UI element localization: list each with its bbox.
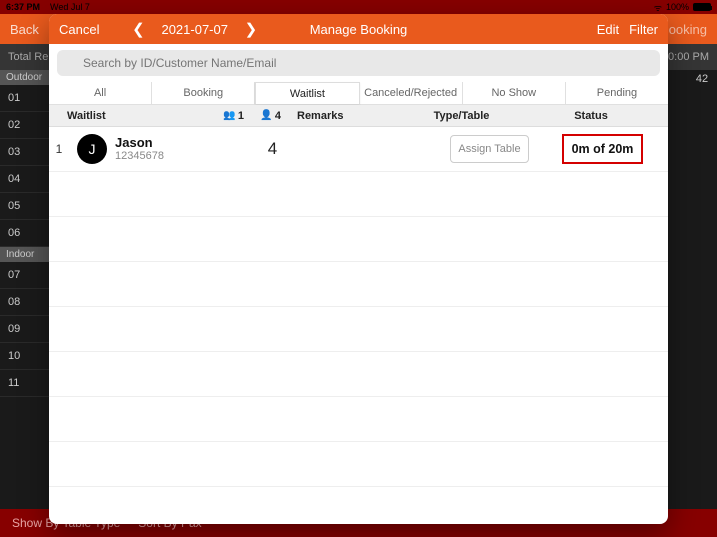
back-button[interactable]: Back <box>10 22 39 37</box>
list-item <box>49 352 668 397</box>
table-row[interactable]: 01 <box>0 85 50 112</box>
time-slot-partial: 0:00 PM <box>668 51 709 63</box>
list-item <box>49 397 668 442</box>
waitlist-row[interactable]: 1 J Jason 12345678 4 Assign Table 0m of … <box>49 127 668 172</box>
list-item <box>49 172 668 217</box>
section-outdoor-label: Outdoor <box>0 70 50 85</box>
list-item <box>49 442 668 487</box>
column-status: Status <box>514 110 668 122</box>
list-item <box>49 307 668 352</box>
total-label-partial: Total Re <box>8 51 48 63</box>
list-item <box>49 262 668 307</box>
modal-title: Manage Booking <box>310 22 408 37</box>
avatar: J <box>77 134 107 164</box>
search-input[interactable] <box>57 50 660 76</box>
next-date-icon[interactable]: ❯ <box>242 20 260 38</box>
battery-percent: 100% <box>666 2 689 12</box>
prev-date-icon[interactable]: ❮ <box>129 20 147 38</box>
customer-name: Jason <box>115 136 215 150</box>
table-row[interactable]: 03 <box>0 139 50 166</box>
cancel-button[interactable]: Cancel <box>59 22 99 37</box>
booking-header-partial: ooking <box>669 22 707 37</box>
status-bar: 6:37 PM Wed Jul 7 ᯤ 100% <box>0 0 717 14</box>
column-pax-count: 👤4 <box>244 110 289 122</box>
side-table-list: Outdoor 01 02 03 04 05 06 Indoor 07 08 0… <box>0 70 50 397</box>
table-row[interactable]: 09 <box>0 316 50 343</box>
tab-pending[interactable]: Pending <box>566 82 668 104</box>
pax-value: 4 <box>215 139 330 159</box>
tab-all[interactable]: All <box>49 82 152 104</box>
person-icon: 👤 <box>260 110 272 121</box>
tab-booking[interactable]: Booking <box>152 82 255 104</box>
filter-tabs: All Booking Waitlist Canceled/Rejected N… <box>49 82 668 105</box>
assign-table-button[interactable]: Assign Table <box>450 135 528 163</box>
table-row[interactable]: 07 <box>0 262 50 289</box>
table-row[interactable]: 08 <box>0 289 50 316</box>
table-row[interactable]: 04 <box>0 166 50 193</box>
column-header-row: Waitlist 👥1 👤4 Remarks Type/Table Status <box>49 105 668 127</box>
edit-button[interactable]: Edit <box>597 22 619 37</box>
status-badge: 0m of 20m <box>562 134 644 164</box>
section-indoor-label: Indoor <box>0 247 50 262</box>
column-waitlist: Waitlist <box>49 110 209 122</box>
table-row[interactable]: 05 <box>0 193 50 220</box>
filter-button[interactable]: Filter <box>629 22 658 37</box>
date-display[interactable]: 2021-07-07 <box>161 22 228 37</box>
table-row[interactable]: 02 <box>0 112 50 139</box>
list-item <box>49 217 668 262</box>
table-row[interactable]: 11 <box>0 370 50 397</box>
column-remarks: Remarks <box>289 110 409 122</box>
waitlist-list[interactable]: 1 J Jason 12345678 4 Assign Table 0m of … <box>49 127 668 524</box>
column-party-count: 👥1 <box>209 110 244 122</box>
people-icon: 👥 <box>223 110 235 121</box>
manage-booking-modal: Cancel ❮ 2021-07-07 ❯ Manage Booking Edi… <box>49 14 668 524</box>
table-row[interactable]: 10 <box>0 343 50 370</box>
right-overflow-number: 42 <box>687 73 717 85</box>
wifi-icon: ᯤ <box>654 1 662 14</box>
row-index: 1 <box>49 142 69 156</box>
tab-noshow[interactable]: No Show <box>463 82 566 104</box>
modal-header: Cancel ❮ 2021-07-07 ❯ Manage Booking Edi… <box>49 14 668 44</box>
battery-icon <box>693 3 711 11</box>
tab-canceled[interactable]: Canceled/Rejected <box>360 82 463 104</box>
table-row[interactable]: 06 <box>0 220 50 247</box>
status-date: Wed Jul 7 <box>50 2 90 12</box>
status-time: 6:37 PM <box>6 2 40 12</box>
column-type-table: Type/Table <box>409 110 514 122</box>
customer-phone: 12345678 <box>115 150 215 162</box>
tab-waitlist[interactable]: Waitlist <box>255 82 359 104</box>
